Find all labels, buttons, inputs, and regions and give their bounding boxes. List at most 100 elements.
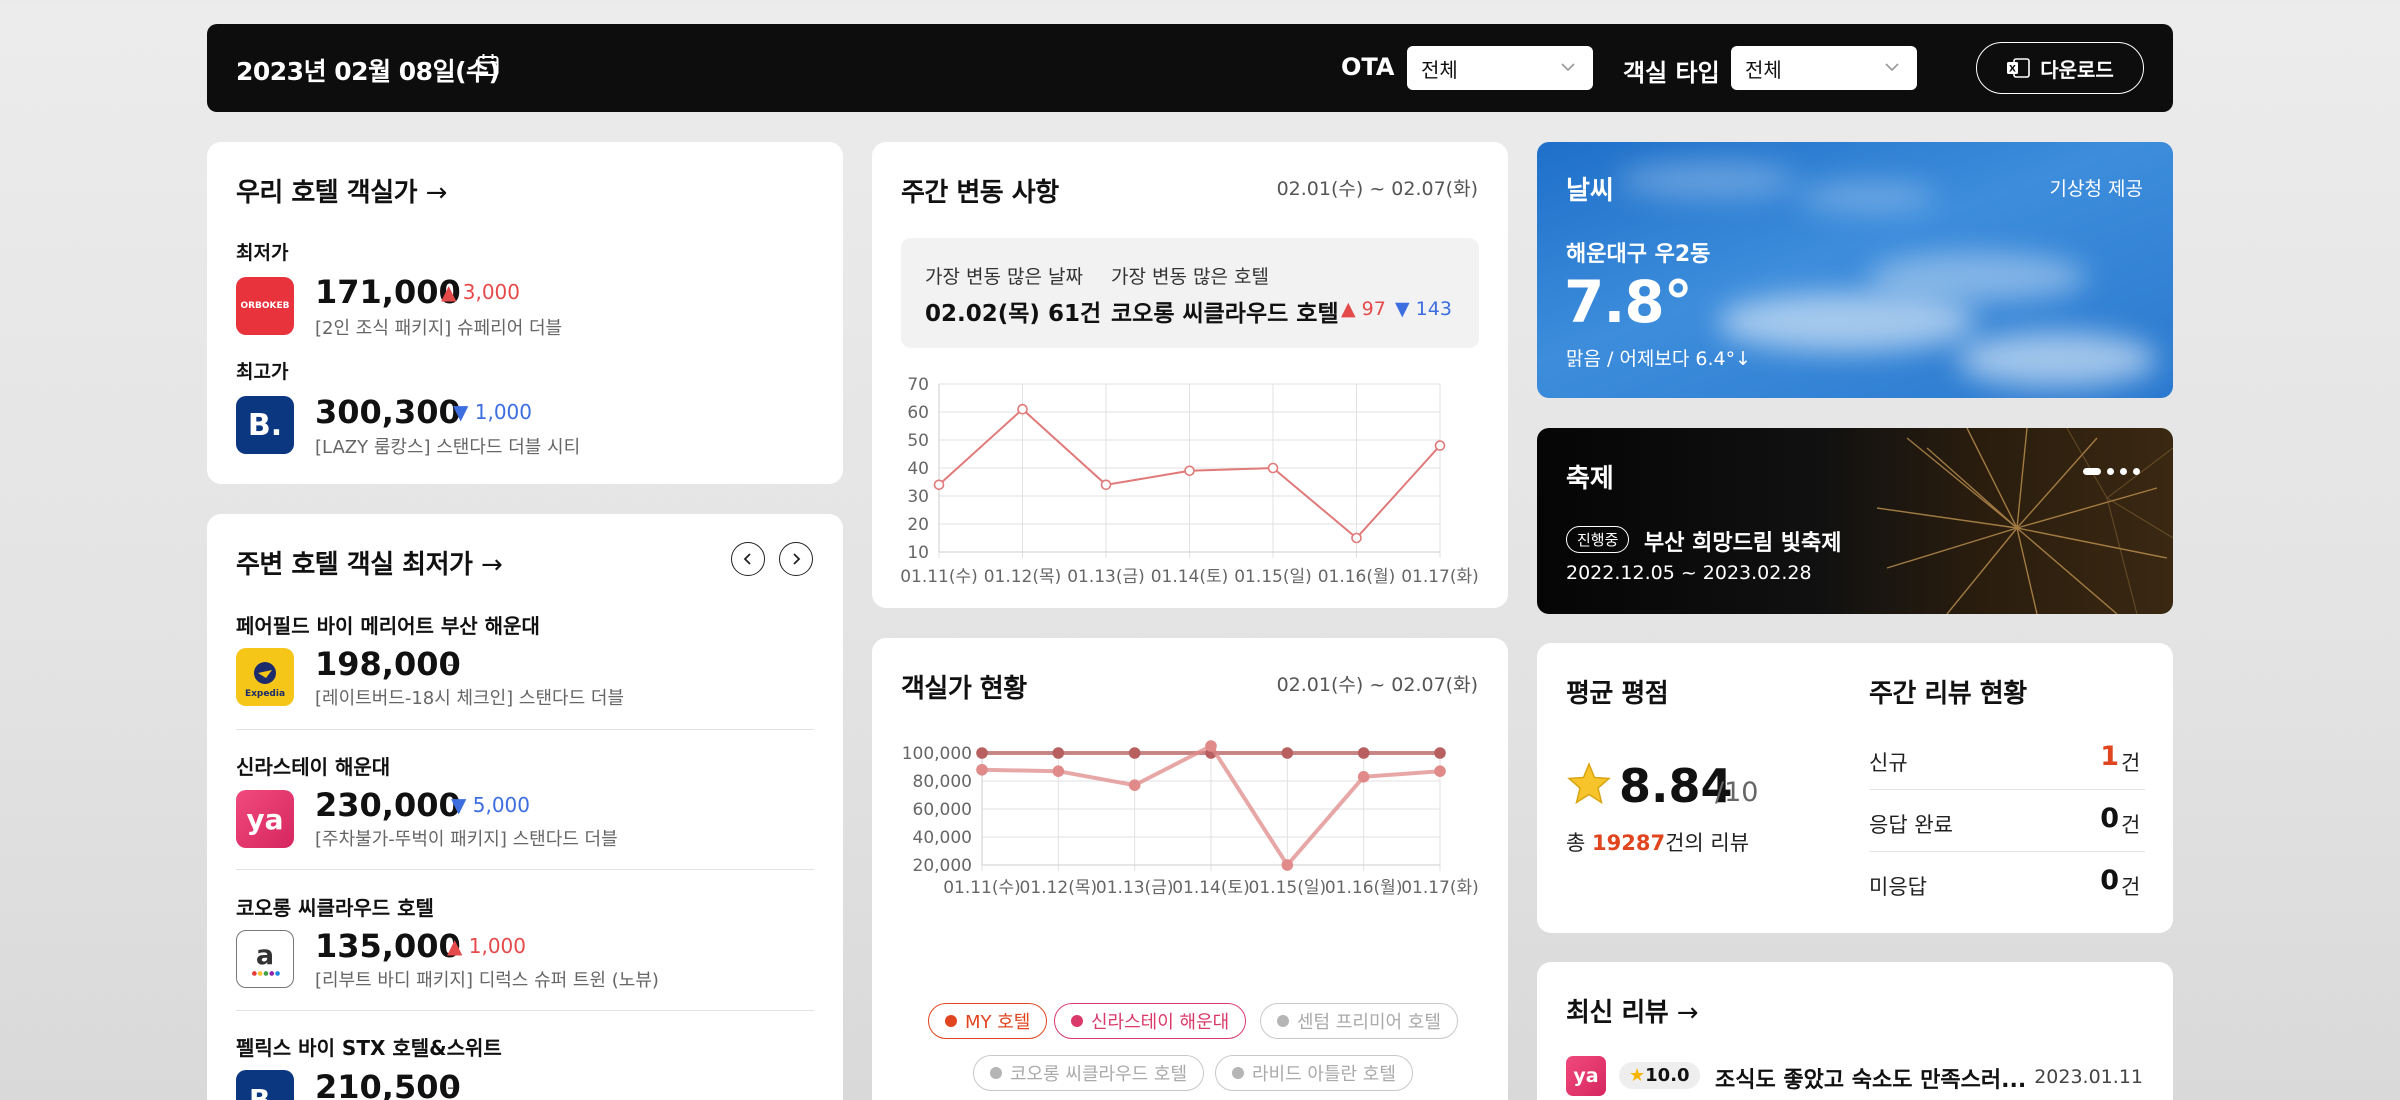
legend-item[interactable]: 라비드 아틀란 호텔: [1215, 1055, 1413, 1091]
x-tick-label: 01.11(수): [900, 567, 978, 587]
download-label: 다운로드: [2040, 57, 2114, 82]
legend-dot: [1071, 1015, 1083, 1027]
x-tick-label: 01.17(화): [1401, 878, 1479, 898]
booking-logo: B.: [236, 396, 294, 454]
legend-dot: [1232, 1067, 1244, 1079]
fireworks-image: [1876, 428, 2173, 614]
nearby-delta: ▲ 1,000: [447, 934, 527, 958]
data-point: [933, 479, 945, 491]
divider: [1869, 851, 2145, 852]
legend-item[interactable]: 신라스테이 해운대: [1054, 1003, 1247, 1039]
triangle-down-icon: ▼: [451, 793, 467, 817]
latest-reviews-title[interactable]: 최신 리뷰 →: [1566, 992, 1699, 1029]
rate-status-chart: 20,00040,00060,00080,000100,00001.11(수)0…: [902, 740, 1479, 898]
arrow-right-icon: →: [425, 178, 448, 208]
legend-item[interactable]: MY 호텔: [928, 1003, 1048, 1039]
review-unanswered-label: 미응답: [1869, 875, 1927, 899]
rating-max: /10: [1715, 777, 1759, 808]
highest-desc: [LAZY 룸캉스] 스탠다드 더블 시티: [315, 437, 581, 458]
weather-title: 날씨: [1566, 176, 1614, 206]
data-point: [1281, 747, 1294, 759]
rating-total: 총 19287건의 리뷰: [1566, 831, 1750, 855]
review-unanswered-unit: 건: [2121, 875, 2141, 899]
review-answered-label: 응답 완료: [1869, 813, 1953, 837]
data-point: [1434, 440, 1446, 451]
our-rates-title[interactable]: 우리 호텔 객실가 →: [236, 172, 447, 209]
most-hotel-label: 가장 변동 많은 호텔: [1111, 266, 1269, 288]
weather-summary: 맑음 / 어제보다 6.4°↓: [1566, 348, 1752, 370]
top-bar: 2023년 02월 08일(수) OTA 전체 객실 타입 전체 X 다운로드: [207, 24, 2173, 112]
nearby-hotel-name[interactable]: 펠릭스 바이 STX 호텔&스위트: [236, 1032, 502, 1061]
festival-period: 2022.12.05 ~ 2023.02.28: [1566, 562, 1812, 584]
weather-provider: 기상청 제공: [2049, 178, 2143, 200]
nearby-price: 135,000: [315, 927, 461, 965]
data-point: [1357, 747, 1370, 759]
triangle-up-icon: ▲: [1341, 298, 1356, 320]
carousel-indicator[interactable]: [2083, 468, 2140, 475]
next-button[interactable]: [779, 542, 813, 576]
y-tick-label: 80,000: [913, 772, 972, 792]
x-tick-label: 01.12(목): [984, 567, 1062, 587]
y-tick-label: 20,000: [913, 856, 972, 876]
nearby-title[interactable]: 주변 호텔 객실 최저가 →: [236, 544, 503, 581]
legend-dot: [945, 1015, 957, 1027]
legend-item[interactable]: 센텀 프리미어 호텔: [1260, 1003, 1458, 1039]
lowest-price: 171,000: [315, 273, 461, 311]
svg-text:Expedia: Expedia: [245, 689, 285, 699]
nearby-hotel-name[interactable]: 페어필드 바이 메리어트 부산 해운대: [236, 610, 540, 639]
rating-card: 평균 평점 8.84 /10 총 19287건의 리뷰 주간 리뷰 현황 신규 …: [1537, 643, 2173, 933]
nearby-delta: -: [447, 1075, 455, 1099]
room-type-select[interactable]: 전체: [1731, 46, 1917, 90]
chevron-left-icon: [743, 553, 751, 565]
legend-item[interactable]: 코오롱 씨클라우드 호텔: [973, 1055, 1205, 1091]
review-text[interactable]: 조식도 좋았고 숙소도 만족스러...: [1715, 1062, 2026, 1094]
divider: [236, 1010, 814, 1011]
y-tick-label: 60,000: [913, 800, 972, 820]
nearby-delta: ▼ 5,000: [451, 793, 531, 817]
svg-text:a: a: [256, 940, 274, 971]
legend-dot: [990, 1067, 1002, 1079]
data-point: [976, 747, 988, 759]
nearby-desc: [레이트버드-18시 체크인] 스탠다드 더블: [315, 688, 625, 709]
weather-temp: 7.8°: [1564, 268, 1693, 336]
triangle-down-icon: ▼: [1395, 298, 1410, 320]
weekly-title: 주간 변동 사항: [901, 178, 1059, 208]
prev-button[interactable]: [731, 542, 765, 576]
calendar-icon[interactable]: [477, 53, 499, 77]
lowest-desc: [2인 조식 패키지] 슈페리어 더블: [315, 318, 563, 339]
weather-location: 해운대구 우2동: [1566, 242, 1711, 267]
highest-delta: ▼ 1,000: [453, 400, 533, 424]
ota-select[interactable]: 전체: [1407, 46, 1593, 90]
arrow-right-icon: →: [1676, 998, 1699, 1028]
date-display: 2023년 02월 08일(수): [236, 57, 500, 86]
most-hotel-down: ▼ 143: [1395, 298, 1452, 320]
divider: [236, 869, 814, 870]
ota-label: OTA: [1341, 53, 1395, 81]
y-tick-label: 40,000: [913, 828, 972, 848]
weekly-changes-card: 주간 변동 사항 02.01(수) ~ 02.07(화) 가장 변동 많은 날짜…: [872, 142, 1508, 608]
review-new-label: 신규: [1869, 751, 1908, 775]
data-point: [1357, 770, 1370, 783]
weekly-reviews-title: 주간 리뷰 현황: [1869, 679, 2027, 709]
booking-logo: B.: [236, 1070, 294, 1100]
triangle-down-icon: ▼: [453, 400, 469, 424]
excel-icon: X: [2007, 58, 2030, 78]
data-point: [1434, 765, 1446, 778]
most-date-label: 가장 변동 많은 날짜: [925, 266, 1083, 288]
nearby-hotel-name[interactable]: 코오롱 씨클라우드 호텔: [236, 892, 434, 921]
weather-card: 날씨 기상청 제공 해운대구 우2동 7.8° 맑음 / 어제보다 6.4°↓: [1537, 142, 2173, 398]
nearby-hotel-name[interactable]: 신라스테이 해운대: [236, 751, 390, 780]
star-icon: [1567, 762, 1611, 805]
review-date: 2023.01.11: [2034, 1066, 2143, 1088]
festival-name[interactable]: 부산 희망드림 빛축제: [1644, 525, 1841, 557]
legend-label: 신라스테이 해운대: [1091, 1012, 1230, 1033]
download-button[interactable]: X 다운로드: [1976, 42, 2144, 94]
legend-dot: [1277, 1015, 1289, 1027]
triangle-up-icon: ▲: [441, 280, 457, 304]
x-tick-label: 01.12(목): [1020, 878, 1098, 898]
review-score-badge: ★10.0: [1619, 1062, 1700, 1089]
highest-price: 300,300: [315, 393, 461, 431]
arrow-right-icon: →: [481, 550, 503, 580]
data-point: [1184, 465, 1195, 477]
y-tick-label: 10: [907, 543, 929, 563]
